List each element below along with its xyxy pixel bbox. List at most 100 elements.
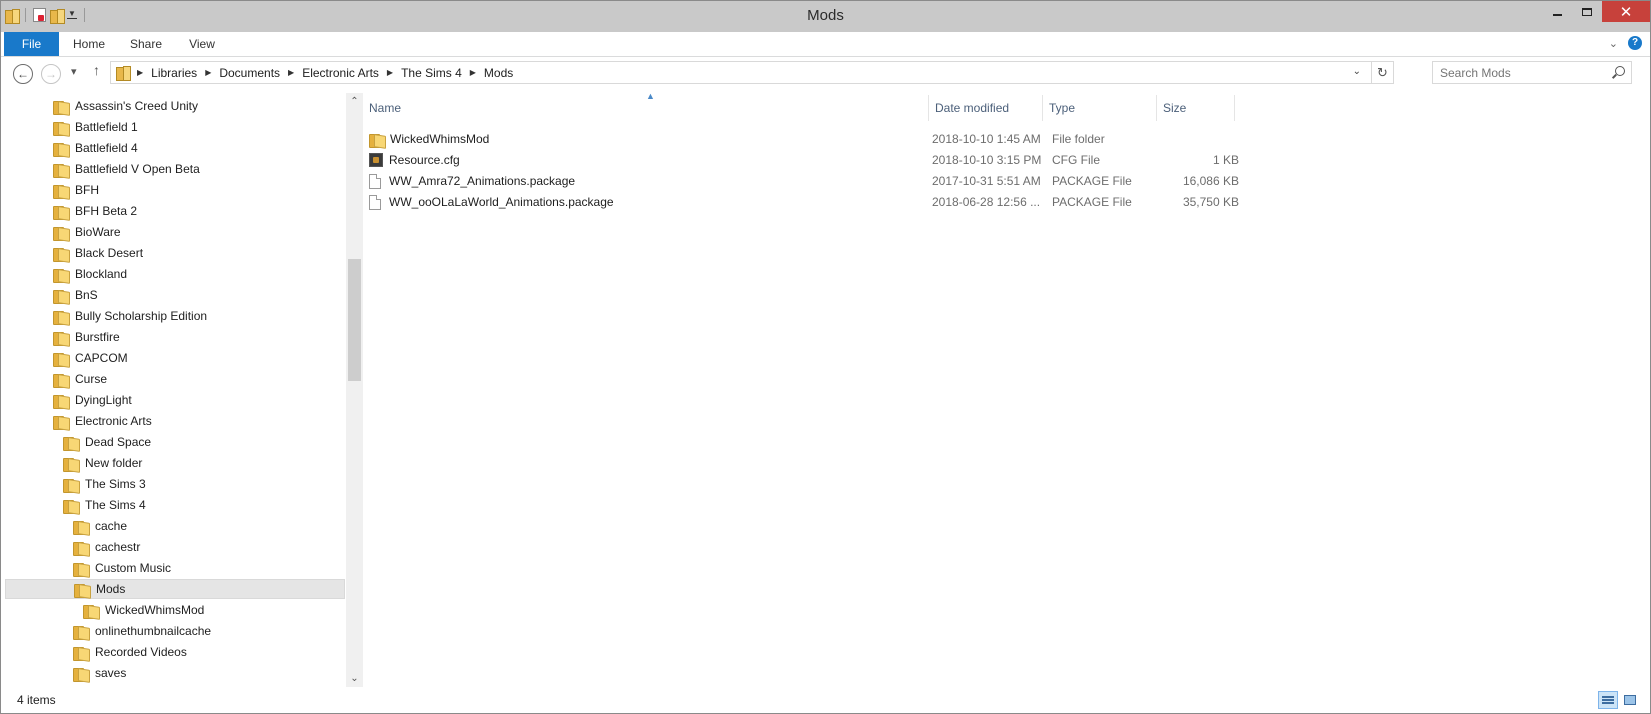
breadcrumb-separator-icon[interactable]: ▶ (468, 68, 478, 77)
cfg-file-icon (369, 153, 383, 167)
tab-view[interactable]: View (179, 32, 225, 56)
nav-tree-item[interactable]: BioWare (5, 222, 345, 242)
nav-tree-item[interactable]: Black Desert (5, 243, 345, 263)
nav-tree-item[interactable]: BFH (5, 180, 345, 200)
column-header-date-modified[interactable]: Date modified (929, 95, 1043, 121)
nav-tree-item-label: Bully Scholarship Edition (75, 309, 208, 323)
folder-icon (53, 121, 68, 136)
nav-tree-item[interactable]: The Sims 3 (5, 474, 345, 494)
folder-icon (53, 226, 68, 241)
nav-tree-item-label: Battlefield 4 (75, 141, 138, 155)
address-bar[interactable]: ▶ Libraries ▶ Documents ▶ Electronic Art… (110, 61, 1394, 84)
folder-icon (53, 331, 68, 346)
nav-tree-item[interactable]: BFH Beta 2 (5, 201, 345, 221)
file-row[interactable]: Resource.cfg 2018-10-10 3:15 PM CFG File 1 … (363, 150, 1253, 170)
nav-tree-item[interactable]: Assassin's Creed Unity (5, 96, 345, 116)
navigation-pane: Assassin's Creed Unity Battlefield 1 Battl… (1, 91, 361, 687)
nav-tree-item-label: cachestr (95, 540, 141, 554)
up-button[interactable]: ↑ (93, 62, 100, 78)
address-history-chevron-icon[interactable]: ⌄ (1353, 66, 1361, 77)
recent-locations-dropdown[interactable]: ▾ (71, 65, 77, 78)
breadcrumb-the-sims-4[interactable]: The Sims 4 (395, 66, 468, 80)
tab-file[interactable]: File (4, 32, 59, 56)
nav-tree-item[interactable]: Dead Space (5, 432, 345, 452)
nav-tree-item[interactable]: Burstfire (5, 327, 345, 347)
nav-tree-item[interactable]: CAPCOM (5, 348, 345, 368)
nav-tree-item[interactable]: Bully Scholarship Edition (5, 306, 345, 326)
nav-tree-item[interactable]: New folder (5, 453, 345, 473)
folder-icon (53, 100, 68, 115)
nav-tree-item[interactable]: Recorded Videos (5, 642, 345, 662)
folder-icon (73, 541, 88, 556)
nav-tree-item[interactable]: Battlefield V Open Beta (5, 159, 345, 179)
navigation-scrollbar[interactable]: ⌃ ⌄ (346, 93, 363, 687)
file-size (1159, 129, 1239, 149)
forward-button[interactable]: → (41, 64, 61, 84)
large-icons-view-button[interactable] (1620, 691, 1640, 709)
column-header-size[interactable]: Size (1157, 95, 1235, 121)
nav-tree-item[interactable]: BnS (5, 285, 345, 305)
breadcrumb-libraries[interactable]: Libraries (145, 66, 203, 80)
item-count: 4 items (17, 693, 56, 707)
file-name: WickedWhimsMod (390, 132, 490, 146)
search-icon[interactable] (1613, 66, 1625, 78)
nav-tree-item-label: Burstfire (75, 330, 120, 344)
minimize-button[interactable] (1542, 1, 1572, 22)
tab-share[interactable]: Share (121, 32, 171, 56)
column-header-name[interactable]: Name (363, 95, 929, 121)
nav-tree-item[interactable]: Electronic Arts (5, 411, 345, 431)
nav-tree-item[interactable]: The Sims 4 (5, 495, 345, 515)
breadcrumb-mods[interactable]: Mods (478, 66, 519, 80)
nav-tree-item-label: New folder (85, 456, 143, 470)
scroll-up-arrow-icon[interactable]: ⌃ (346, 93, 363, 110)
nav-tree-item[interactable]: saves (5, 663, 345, 683)
folder-icon (53, 268, 68, 283)
file-name: WW_ooOLaLaWorld_Animations.package (389, 195, 614, 209)
nav-tree-item[interactable]: Battlefield 1 (5, 117, 345, 137)
folder-icon (53, 310, 68, 325)
nav-tree-item-label: BioWare (75, 225, 121, 239)
breadcrumb-separator-icon[interactable]: ▶ (135, 68, 145, 77)
breadcrumb-electronic-arts[interactable]: Electronic Arts (296, 66, 385, 80)
breadcrumb-separator-icon[interactable]: ▶ (286, 68, 296, 77)
nav-tree-item-label: cache (95, 519, 128, 533)
breadcrumb-separator-icon[interactable]: ▶ (203, 68, 213, 77)
folder-icon (73, 520, 88, 535)
file-row[interactable]: WickedWhimsMod 2018-10-10 1:45 AM File fol… (363, 129, 1253, 149)
file-row[interactable]: WW_ooOLaLaWorld_Animations.package 2018-0… (363, 192, 1253, 212)
breadcrumb-documents[interactable]: Documents (213, 66, 286, 80)
scroll-down-arrow-icon[interactable]: ⌄ (346, 670, 363, 687)
back-button[interactable]: ← (13, 64, 33, 84)
nav-tree-item-label: The Sims 4 (85, 498, 146, 512)
file-type: PACKAGE File (1052, 195, 1132, 209)
maximize-icon (1582, 7, 1592, 16)
nav-tree-item[interactable]: Curse (5, 369, 345, 389)
refresh-button[interactable]: ↻ (1371, 62, 1393, 83)
nav-tree-item[interactable]: WickedWhimsMod (5, 600, 345, 620)
file-row[interactable]: WW_Amra72_Animations.package 2017-10-31 5… (363, 171, 1253, 191)
nav-tree-item[interactable]: Custom Music (5, 558, 345, 578)
help-icon[interactable]: ? (1628, 36, 1642, 50)
nav-tree-item[interactable]: Blockland (5, 264, 345, 284)
maximize-button[interactable] (1572, 1, 1602, 22)
nav-tree-item-label: Dead Space (85, 435, 152, 449)
breadcrumb-separator-icon[interactable]: ▶ (385, 68, 395, 77)
nav-tree-item-label: saves (95, 666, 127, 680)
file-date-modified: 2018-10-10 3:15 PM (932, 153, 1042, 167)
search-input[interactable] (1433, 63, 1603, 82)
nav-tree-item[interactable]: Battlefield 4 (5, 138, 345, 158)
nav-tree-item-label: Custom Music (95, 561, 172, 575)
scrollbar-thumb[interactable] (348, 259, 361, 381)
nav-tree-item[interactable]: cache (5, 516, 345, 536)
minimize-icon (1552, 13, 1562, 16)
details-view-button[interactable] (1598, 691, 1618, 709)
nav-tree-item[interactable]: Mods (5, 579, 345, 599)
column-header-type[interactable]: Type (1043, 95, 1157, 121)
nav-tree-item[interactable]: cachestr (5, 537, 345, 557)
expand-ribbon-chevron-icon[interactable]: ⌄ (1609, 37, 1618, 50)
nav-tree-item[interactable]: onlinethumbnailcache (5, 621, 345, 641)
nav-tree-item[interactable]: DyingLight (5, 390, 345, 410)
tab-home[interactable]: Home (65, 32, 113, 56)
file-type: CFG File (1052, 153, 1100, 167)
close-button[interactable]: ✕ (1602, 1, 1650, 22)
